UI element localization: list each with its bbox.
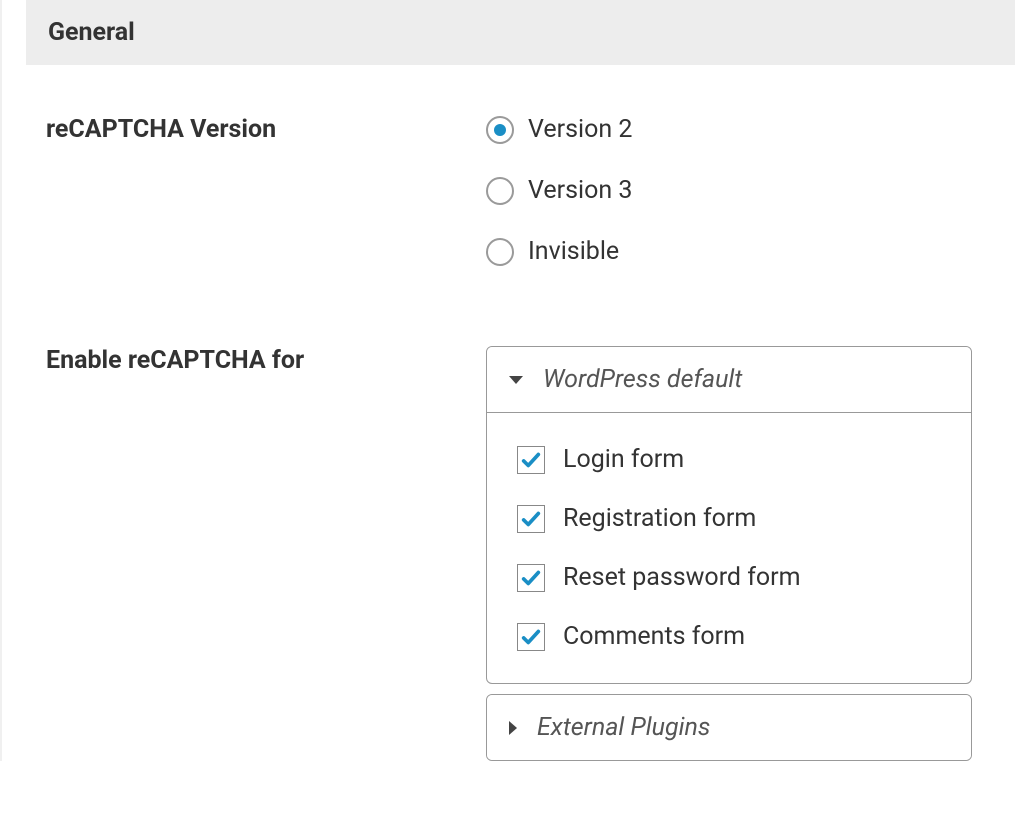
accordion-title: WordPress default: [543, 365, 742, 394]
radio-label: Version 2: [528, 115, 632, 144]
checkbox-icon: [517, 564, 545, 592]
accordion-title: External Plugins: [537, 713, 710, 742]
chevron-down-icon: [509, 376, 523, 384]
label-enable-recaptcha-for: Enable reCAPTCHA for: [46, 346, 486, 375]
radio-icon: [486, 238, 514, 266]
radio-label: Invisible: [528, 237, 619, 266]
radio-option-invisible[interactable]: Invisible: [486, 237, 1015, 266]
radio-icon: [486, 116, 514, 144]
checkbox-reset-password-form[interactable]: Reset password form: [517, 563, 941, 592]
accordion-body-wordpress-default: Login form Registration form: [487, 412, 971, 683]
section-header: General: [26, 0, 1015, 65]
label-recaptcha-version: reCAPTCHA Version: [46, 115, 486, 144]
radio-label: Version 3: [528, 176, 632, 205]
checkbox-label: Login form: [563, 445, 684, 474]
accordion-header-external-plugins[interactable]: External Plugins: [487, 695, 971, 760]
accordion-wordpress-default: WordPress default Login form: [486, 346, 972, 684]
checkbox-registration-form[interactable]: Registration form: [517, 504, 941, 533]
radio-icon: [486, 177, 514, 205]
radio-option-version-3[interactable]: Version 3: [486, 176, 1015, 205]
checkbox-icon: [517, 623, 545, 651]
accordion-external-plugins: External Plugins: [486, 694, 972, 761]
section-title: General: [48, 18, 993, 47]
checkbox-label: Reset password form: [563, 563, 801, 592]
checkbox-icon: [517, 446, 545, 474]
accordion-header-wordpress-default[interactable]: WordPress default: [487, 347, 971, 412]
checkbox-comments-form[interactable]: Comments form: [517, 622, 941, 651]
checkbox-login-form[interactable]: Login form: [517, 445, 941, 474]
row-enable-recaptcha-for: Enable reCAPTCHA for WordPress default L…: [12, 346, 1015, 761]
chevron-right-icon: [509, 721, 517, 735]
checkbox-icon: [517, 505, 545, 533]
row-recaptcha-version: reCAPTCHA Version Version 2 Version 3 In…: [12, 115, 1015, 266]
checkbox-label: Registration form: [563, 504, 756, 533]
radio-option-version-2[interactable]: Version 2: [486, 115, 1015, 144]
radio-group-version: Version 2 Version 3 Invisible: [486, 115, 1015, 266]
checkbox-label: Comments form: [563, 622, 745, 651]
